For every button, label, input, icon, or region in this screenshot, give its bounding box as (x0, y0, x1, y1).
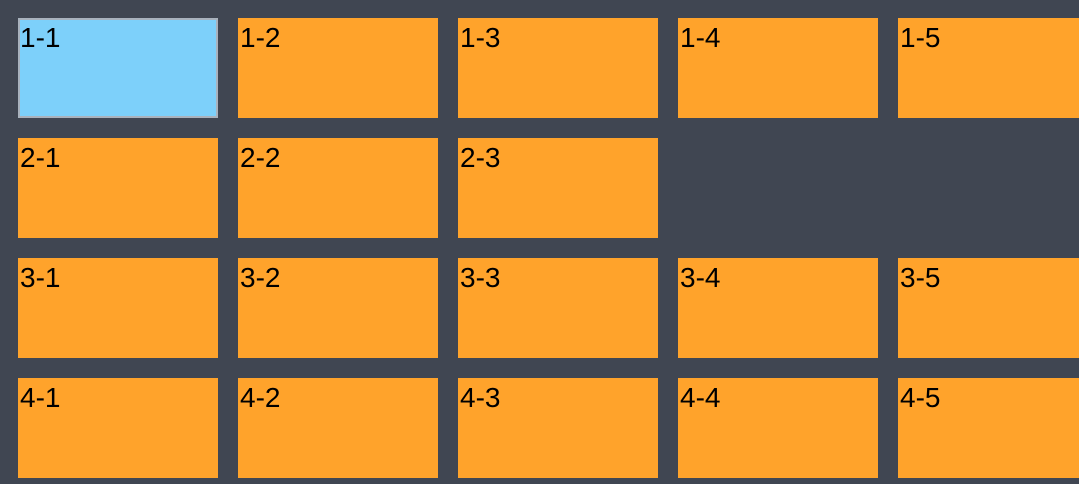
tile-grid: 1-1 1-2 1-3 1-4 1-5 2-1 2-2 2-3 3-1 3-2 … (0, 0, 1079, 484)
tile-1-5[interactable]: 1-5 (898, 18, 1079, 118)
tile-4-1[interactable]: 4-1 (18, 378, 218, 478)
tile-2-1[interactable]: 2-1 (18, 138, 218, 238)
tile-3-3[interactable]: 3-3 (458, 258, 658, 358)
tile-3-1[interactable]: 3-1 (18, 258, 218, 358)
tile-3-2[interactable]: 3-2 (238, 258, 438, 358)
tile-1-4[interactable]: 1-4 (678, 18, 878, 118)
tile-1-1[interactable]: 1-1 (18, 18, 218, 118)
tile-1-3[interactable]: 1-3 (458, 18, 658, 118)
tile-2-2[interactable]: 2-2 (238, 138, 438, 238)
tile-4-3[interactable]: 4-3 (458, 378, 658, 478)
tile-1-2[interactable]: 1-2 (238, 18, 438, 118)
tile-2-3[interactable]: 2-3 (458, 138, 658, 238)
tile-3-4[interactable]: 3-4 (678, 258, 878, 358)
tile-3-5[interactable]: 3-5 (898, 258, 1079, 358)
tile-4-2[interactable]: 4-2 (238, 378, 438, 478)
tile-4-4[interactable]: 4-4 (678, 378, 878, 478)
tile-4-5[interactable]: 4-5 (898, 378, 1079, 478)
